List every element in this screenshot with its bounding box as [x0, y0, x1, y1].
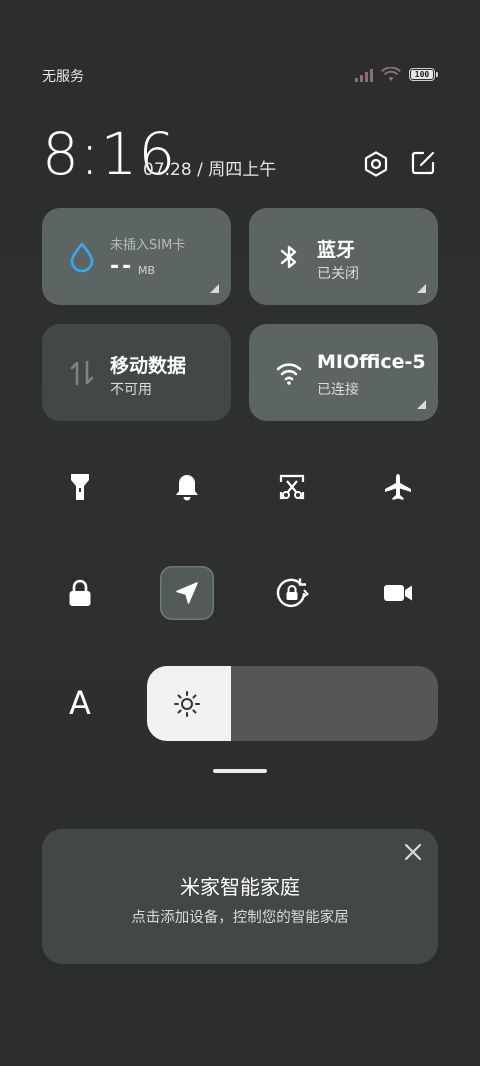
- airplane-mode-toggle[interactable]: [371, 460, 425, 514]
- location-toggle[interactable]: [160, 566, 214, 620]
- auto-brightness-button[interactable]: A: [60, 680, 100, 726]
- airplane-icon: [385, 474, 411, 500]
- lock-icon: [69, 579, 91, 606]
- tile-expand-corner: [417, 400, 426, 409]
- smart-home-subtitle: 点击添加设备，控制您的智能家居: [131, 910, 349, 926]
- data-arrows-icon: [70, 360, 94, 386]
- flashlight-icon: [71, 474, 89, 500]
- screenshot-icon: [279, 474, 305, 500]
- screen-record-toggle[interactable]: [371, 566, 425, 620]
- date-text[interactable]: 07.28 / 周四上午: [143, 155, 276, 180]
- tile-expand-corner: [417, 284, 426, 293]
- status-icons: 100: [355, 67, 438, 82]
- flashlight-toggle[interactable]: [53, 460, 107, 514]
- sim-status-label: 未插入SIM卡: [110, 238, 186, 253]
- video-camera-icon: [384, 585, 412, 601]
- smart-home-title: 米家智能家庭: [180, 875, 300, 899]
- screenshot-toggle[interactable]: [265, 460, 319, 514]
- mobile-data-tile[interactable]: 移动数据 不可用: [42, 324, 231, 421]
- battery-icon: 100: [409, 68, 438, 81]
- lock-screen-toggle[interactable]: [53, 566, 107, 620]
- wifi-tile[interactable]: MIOffice-5G 已连接: [249, 324, 438, 421]
- settings-gear-icon: [364, 151, 388, 177]
- wifi-network-name: MIOffice-5G: [317, 351, 425, 373]
- mobile-data-title: 移动数据: [110, 355, 187, 377]
- data-usage-value: --: [110, 254, 135, 279]
- silent-toggle[interactable]: [160, 460, 214, 514]
- bell-icon: [176, 475, 198, 501]
- mobile-data-status: 不可用: [110, 382, 152, 398]
- bluetooth-icon: [280, 245, 297, 269]
- wifi-status-icon: [381, 67, 401, 81]
- location-icon: [176, 582, 198, 604]
- smart-home-card[interactable]: 米家智能家庭 点击添加设备，控制您的智能家居: [42, 829, 438, 964]
- wifi-status: 已连接: [317, 382, 359, 398]
- bluetooth-status: 已关闭: [317, 266, 359, 282]
- carrier-status: 无服务: [42, 69, 84, 85]
- bluetooth-tile[interactable]: 蓝牙 已关闭: [249, 208, 438, 305]
- signal-icon: [355, 68, 373, 82]
- water-drop-icon: [70, 242, 94, 273]
- wifi-icon: [276, 363, 302, 385]
- tile-expand-corner: [210, 284, 219, 293]
- data-usage-tile[interactable]: 未插入SIM卡 -- MB: [42, 208, 231, 305]
- drag-handle[interactable]: [213, 769, 267, 773]
- bluetooth-title: 蓝牙: [317, 239, 356, 261]
- rotation-lock-icon: [276, 578, 309, 608]
- battery-level: 100: [414, 70, 430, 79]
- rotation-lock-toggle[interactable]: [265, 566, 319, 620]
- edit-button[interactable]: [410, 150, 436, 176]
- close-icon[interactable]: [404, 843, 422, 861]
- edit-icon: [411, 151, 435, 175]
- sun-icon: [174, 691, 200, 717]
- settings-button[interactable]: [362, 150, 390, 178]
- brightness-slider[interactable]: [147, 666, 438, 741]
- data-usage-unit: MB: [138, 264, 156, 277]
